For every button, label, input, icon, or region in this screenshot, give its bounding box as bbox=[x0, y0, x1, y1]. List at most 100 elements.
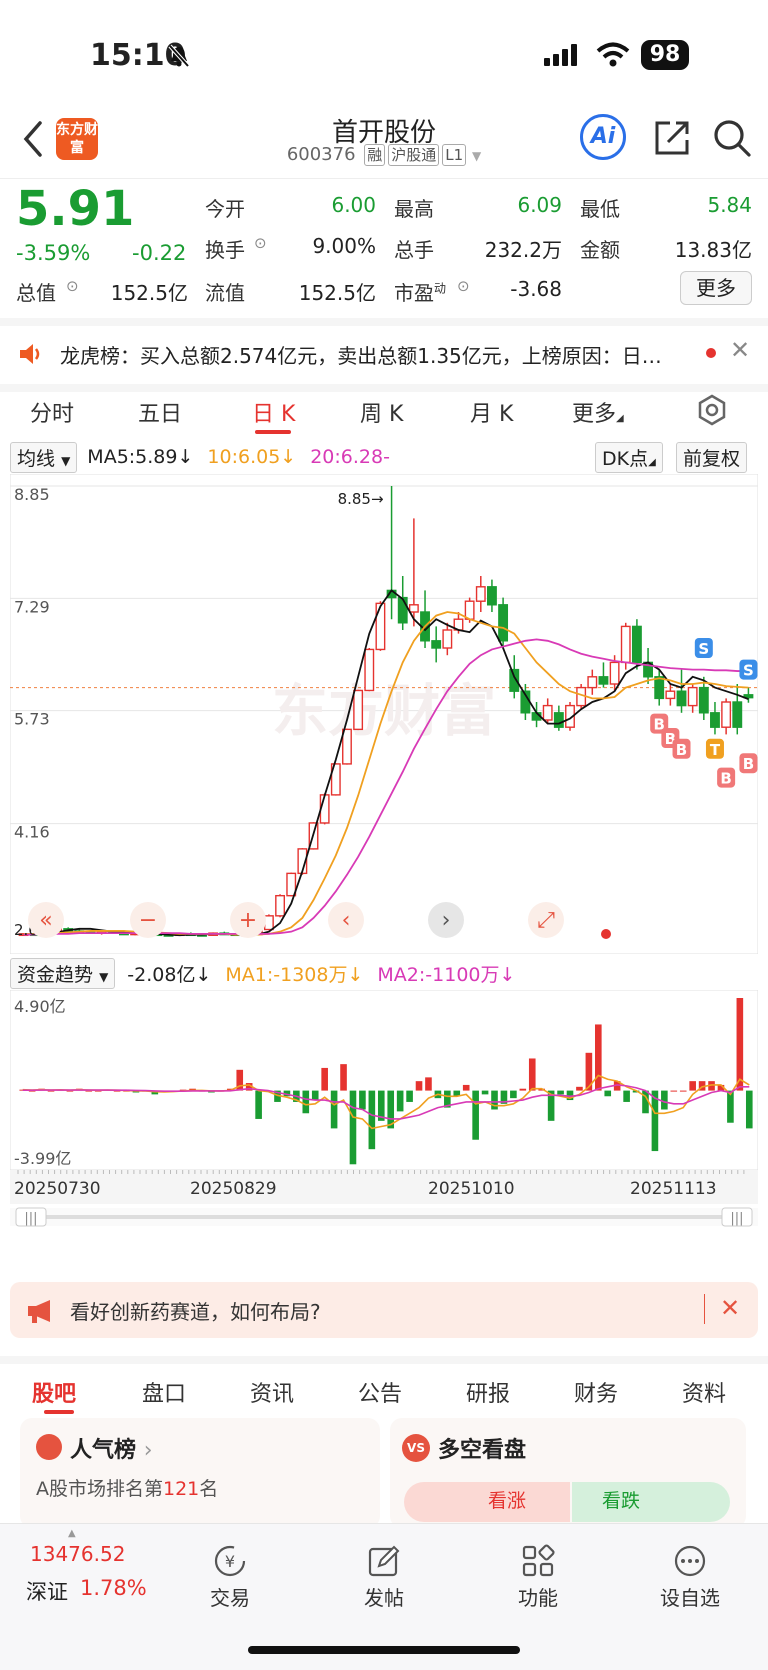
control-glyph: ‹ bbox=[342, 908, 351, 933]
buy-marker[interactable]: B bbox=[672, 738, 691, 759]
fund-bar bbox=[481, 1090, 489, 1095]
zoom-in-icon[interactable]: + bbox=[230, 902, 266, 938]
t-marker[interactable]: T bbox=[705, 738, 724, 759]
info-dots-icon[interactable]: ⊙ bbox=[254, 234, 267, 252]
market-cap-value: 152.5亿 bbox=[110, 281, 188, 305]
adjust-button[interactable]: 前复权 bbox=[676, 442, 748, 473]
tab-guba[interactable]: 股吧 bbox=[32, 1376, 76, 1408]
fund-bar bbox=[519, 1088, 527, 1091]
scroll-handle[interactable]: ||| bbox=[721, 1207, 753, 1227]
stock-code: 600376 bbox=[286, 144, 356, 165]
candle-up bbox=[364, 648, 375, 692]
tab-daily-k[interactable]: 日 K bbox=[252, 396, 295, 428]
marker-label: T bbox=[710, 741, 721, 759]
index-value[interactable]: 13476.52 bbox=[30, 1542, 125, 1566]
fund-bar bbox=[368, 1090, 376, 1150]
fund-bar bbox=[736, 998, 744, 1091]
tab-weekly-k[interactable]: 周 K bbox=[360, 396, 403, 428]
control-glyph: › bbox=[442, 908, 451, 933]
tab-profile[interactable]: 资料 bbox=[682, 1376, 726, 1408]
fund-y-max-label: 4.90亿 bbox=[14, 997, 66, 1016]
candle-down bbox=[553, 712, 564, 728]
ai-assistant-button[interactable]: Ai bbox=[580, 114, 626, 160]
fund-value: -2.08亿↓ bbox=[127, 963, 212, 986]
fund-bar bbox=[557, 1090, 564, 1095]
tab-pankou[interactable]: 盘口 bbox=[142, 1376, 186, 1408]
close-icon[interactable]: ✕ bbox=[720, 1294, 740, 1322]
tab-research[interactable]: 研报 bbox=[466, 1376, 510, 1408]
chevron-left-icon[interactable]: ‹ bbox=[328, 902, 364, 938]
zoom-out-icon[interactable]: − bbox=[130, 902, 166, 938]
high-label: 最高 bbox=[394, 197, 434, 221]
gear-icon[interactable] bbox=[696, 394, 728, 426]
tab-five-day[interactable]: 五日 bbox=[138, 396, 182, 428]
candlestick-chart[interactable]: 8.857.295.734.16东方财富8.85→2.60BBB TBBSS« − +… bbox=[10, 474, 758, 954]
candle-up bbox=[542, 704, 553, 721]
close-icon[interactable]: ✕ bbox=[730, 336, 750, 364]
fund-frame bbox=[10, 990, 758, 1171]
expand-icon[interactable]: ⤢ bbox=[528, 902, 564, 938]
nav-trade[interactable]: ¥ 交易 bbox=[180, 1544, 280, 1611]
fund-bar bbox=[510, 1090, 517, 1099]
tab-finance[interactable]: 财务 bbox=[574, 1376, 618, 1408]
k-line-chart-area[interactable]: 均线 ▼ MA5:5.89↓ 10:6.05↓ 20:6.28- DK点◢ 前复… bbox=[10, 440, 758, 1240]
fund-bar bbox=[302, 1090, 310, 1114]
open-value: 6.00 bbox=[331, 193, 376, 217]
candle-down bbox=[397, 596, 408, 624]
low-label: 最低 bbox=[580, 197, 620, 221]
fund-bar bbox=[623, 1090, 630, 1102]
info-dots-icon[interactable]: ⊙ bbox=[457, 277, 470, 295]
fund-indicator-select[interactable]: 资金趋势 ▼ bbox=[10, 957, 116, 989]
sell-marker[interactable]: S bbox=[739, 659, 758, 680]
handle-grip: ||| bbox=[24, 1211, 37, 1226]
amount-label: 金额 bbox=[580, 238, 620, 262]
svg-text:¥: ¥ bbox=[225, 1552, 235, 1571]
popularity-card[interactable]: 人气榜 › A股市场排名第121名 bbox=[20, 1418, 380, 1528]
candle-up bbox=[275, 894, 285, 917]
buy-marker[interactable]: B bbox=[717, 767, 736, 788]
fund-bar bbox=[462, 1084, 470, 1091]
share-icon[interactable] bbox=[652, 118, 692, 158]
promo-banner[interactable]: 看好创新药赛道，如何布局? ✕ bbox=[10, 1282, 758, 1338]
tab-news[interactable]: 资讯 bbox=[250, 1376, 294, 1408]
live-dot bbox=[601, 929, 611, 939]
dk-point-button[interactable]: DK点◢ bbox=[595, 442, 663, 473]
nav-post[interactable]: 发帖 bbox=[334, 1544, 434, 1611]
fund-ma2: MA2:-1100万↓ bbox=[377, 963, 516, 986]
candle-up bbox=[687, 686, 698, 707]
control-glyph: « bbox=[39, 908, 52, 933]
active-tab-indicator bbox=[44, 1410, 74, 1414]
change-amount: -0.22 bbox=[132, 241, 187, 265]
chevron-right-icon[interactable]: › bbox=[428, 902, 464, 938]
candle-down bbox=[598, 676, 609, 685]
rewind-icon[interactable]: « bbox=[28, 902, 64, 938]
bottom-navigation: ▲ 13476.52 深证 1.78% ¥ 交易 发帖 功能 设自选 bbox=[0, 1523, 768, 1670]
more-button[interactable]: 更多 bbox=[680, 271, 752, 305]
info-dots-icon[interactable]: ⊙ bbox=[66, 277, 79, 295]
content-tabs: 股吧 盘口 资讯 公告 研报 财务 资料 bbox=[0, 1356, 768, 1416]
search-icon[interactable] bbox=[712, 118, 752, 158]
bear-button[interactable]: 看跌 bbox=[572, 1482, 730, 1522]
indicator-select[interactable]: 均线 ▼ bbox=[10, 441, 78, 473]
tab-more[interactable]: 更多◢ bbox=[572, 396, 624, 428]
tab-intraday[interactable]: 分时 bbox=[30, 396, 74, 428]
tab-monthly-k[interactable]: 月 K bbox=[470, 396, 513, 428]
candle-up bbox=[464, 600, 475, 620]
active-tab-indicator bbox=[255, 430, 291, 434]
sell-marker[interactable]: S bbox=[694, 638, 713, 658]
bull-button[interactable]: 看涨 bbox=[404, 1482, 570, 1522]
nav-add-watchlist[interactable]: 设自选 bbox=[640, 1544, 740, 1611]
marker-label: B bbox=[676, 741, 687, 759]
dragon-tiger-notice[interactable]: 龙虎榜：买入总额2.574亿元，卖出总额1.35亿元，上榜原因：日涨幅偏离值达7… bbox=[0, 318, 768, 392]
fund-bar bbox=[255, 1090, 262, 1119]
rank-line: A股市场排名第121名 bbox=[36, 1478, 219, 1500]
promo-text: 看好创新药赛道，如何布局? bbox=[70, 1300, 321, 1324]
scroll-handle[interactable]: ||| bbox=[15, 1207, 47, 1227]
buy-marker[interactable]: B bbox=[739, 753, 758, 774]
fund-legend-row: 资金趋势 ▼ -2.08亿↓ MA1:-1308万↓ MA2:-1100万↓ bbox=[10, 957, 758, 989]
nav-functions[interactable]: 功能 bbox=[488, 1544, 588, 1611]
tab-announcements[interactable]: 公告 bbox=[358, 1376, 402, 1408]
fund-trend-chart[interactable]: 4.90亿 -3.99亿 20250730 20250829 20251010 20251… bbox=[10, 990, 758, 1230]
bull-bear-card[interactable]: VS 多空看盘 看涨 看跌 bbox=[390, 1418, 746, 1528]
chevron-down-icon: ▼ bbox=[471, 149, 482, 163]
